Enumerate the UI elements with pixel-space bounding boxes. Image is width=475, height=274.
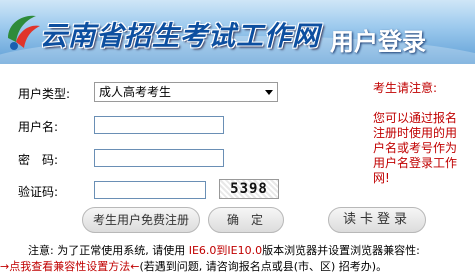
header-banner: 云南省招生考试工作网 用户登录	[0, 0, 475, 64]
chevron-down-icon	[265, 90, 273, 95]
note-ie-versions: IE6.0到IE10.0	[188, 244, 263, 257]
username-label: 用户名:	[18, 120, 59, 134]
logo-icon	[8, 15, 40, 50]
confirm-button[interactable]: 确定	[208, 207, 284, 233]
password-input[interactable]	[94, 149, 224, 167]
note-prefix: 注意: 为了正常使用系统, 请使用	[28, 244, 189, 257]
compatibility-help: →点我查看兼容性设置方法←(若遇到问题, 请咨询报名点或县(市、区) 招考办)。	[0, 258, 387, 274]
notice-line: 用户名登录工作	[373, 156, 458, 170]
notice-body: 您可以通过报名 注册时使用的用 户名或考号作为 用户名登录工作 网!	[373, 111, 461, 186]
login-title: 用户登录	[330, 28, 426, 56]
compatibility-note: 注意: 为了正常使用系统, 请使用 IE6.0到IE10.0版本浏览器并设置浏览…	[28, 242, 420, 258]
note-suffix: 版本浏览器并设置浏览器兼容性:	[262, 244, 420, 257]
notice-title: 考生请注意:	[373, 81, 438, 95]
captcha-label: 验证码:	[18, 185, 59, 199]
captcha-image[interactable]: 5398	[219, 179, 279, 199]
usertype-selected-value: 成人高考考生	[99, 85, 172, 99]
notice-line: 您可以通过报名	[373, 111, 458, 125]
card-login-button[interactable]: 读卡登录	[328, 207, 426, 233]
notice-line: 网!	[373, 171, 390, 185]
help-contact-text: (若遇到问题, 请咨询报名点或县(市、区) 招考办)。	[139, 260, 388, 273]
usertype-select[interactable]: 成人高考考生	[94, 82, 278, 102]
password-label: 密 码:	[18, 153, 59, 167]
site-title: 云南省招生考试工作网	[40, 21, 320, 52]
compatibility-settings-link[interactable]: →点我查看兼容性设置方法←	[0, 260, 139, 273]
notice-line: 户名或考号作为	[373, 141, 458, 155]
usertype-label: 用户类型:	[18, 87, 71, 101]
free-register-button[interactable]: 考生用户免费注册	[82, 207, 200, 233]
username-input[interactable]	[94, 116, 224, 134]
captcha-input[interactable]	[94, 181, 206, 199]
notice-line: 注册时使用的用	[373, 126, 458, 140]
